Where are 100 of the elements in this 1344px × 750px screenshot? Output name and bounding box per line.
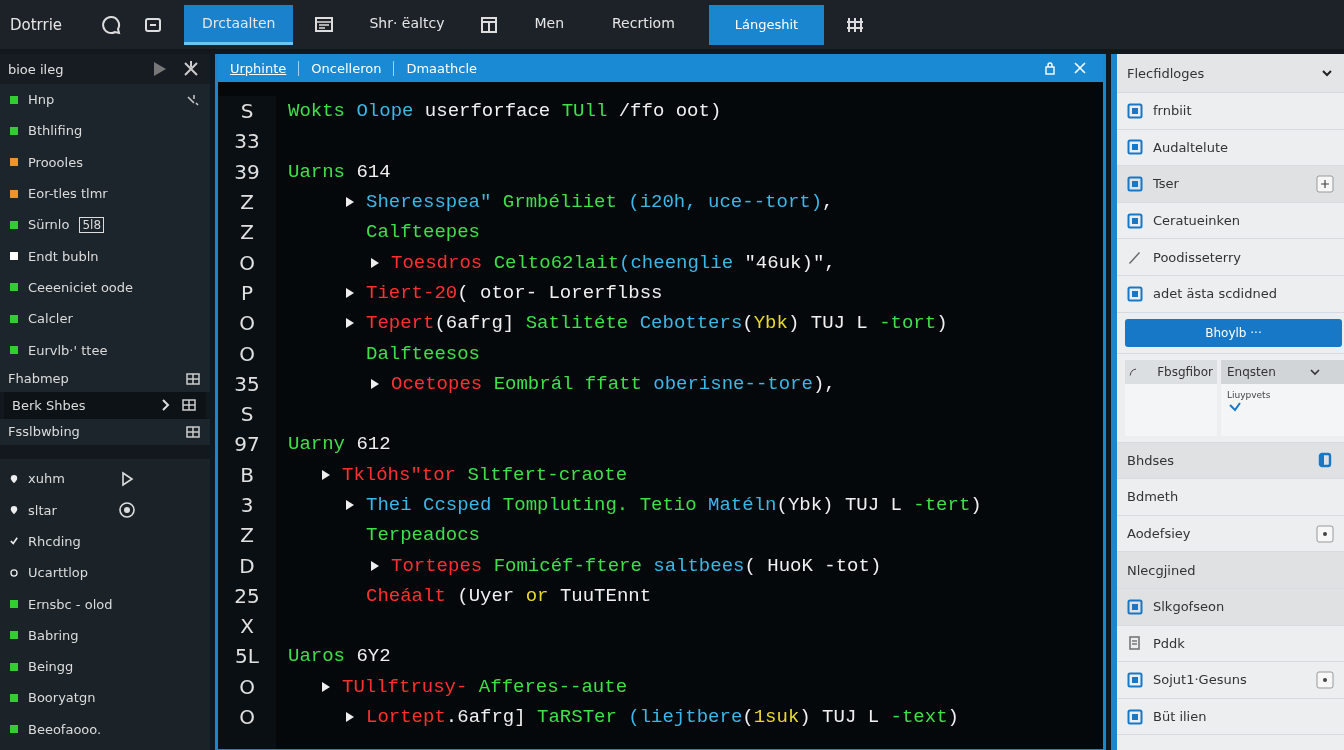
- list-row[interactable]: Büt ilien: [1117, 698, 1344, 736]
- list-row[interactable]: adet ästa scdidned: [1117, 275, 1344, 313]
- panel-title: bioe ileg: [8, 61, 65, 77]
- check-icon: [10, 537, 18, 546]
- code-line: Cheáalt (Uyer or TuuTEnnt: [366, 584, 652, 607]
- triangle-icon[interactable]: [345, 499, 355, 511]
- list-row[interactable]: Tser: [1117, 166, 1344, 203]
- sidebar-item[interactable]: Rhcding: [0, 525, 210, 558]
- triangle-icon[interactable]: [345, 317, 355, 330]
- nav-button[interactable]: Lángeshit: [708, 4, 825, 45]
- code-line: TUllftrusy- Afferes--aute: [342, 675, 628, 698]
- sidebar-section[interactable]: Fsslbwbing: [0, 418, 210, 446]
- sidebar-item[interactable]: Hnp: [0, 84, 210, 116]
- list-row[interactable]: Bhdses: [1117, 442, 1344, 480]
- pen-icon: [1127, 249, 1143, 266]
- sidebar-item[interactable]: Endt bubln: [0, 240, 210, 272]
- line-number: O: [238, 673, 256, 701]
- list-row[interactable]: Slkgofseon: [1117, 588, 1344, 626]
- triangle-icon[interactable]: [321, 680, 331, 693]
- sidebar-item[interactable]: xuhm: [0, 463, 210, 495]
- sidebar-section[interactable]: Fhabmep: [0, 365, 210, 393]
- line-number: Z: [239, 219, 255, 247]
- line-number: X: [239, 613, 255, 641]
- sidebar-item[interactable]: Calcler: [0, 303, 210, 335]
- triangle-icon[interactable]: [370, 559, 380, 572]
- list-row[interactable]: Bdmeth: [1117, 479, 1344, 516]
- editor-tab[interactable]: Oncelleron: [298, 60, 394, 76]
- list-row[interactable]: Sojut1·Gesuns: [1117, 662, 1344, 699]
- code-line: Toesdros Celto62lait(cheenglie "46uk)",: [391, 251, 836, 274]
- sidebar-item[interactable]: Eurvlb·' ttee: [0, 334, 210, 366]
- dropdown-option[interactable]: Liuypvets: [1221, 383, 1344, 402]
- code-line: Tepert(6afrg] Satlitéte Cebotters(Ybk) TUJ L -tort): [366, 312, 948, 335]
- sidebar-item[interactable]: Bthlifing: [0, 115, 210, 147]
- triangle-icon[interactable]: [345, 711, 355, 724]
- line-number: 39: [233, 158, 261, 186]
- panel-icon: [1127, 285, 1143, 302]
- filter-label[interactable]: Fbsgfibor: [1125, 359, 1217, 384]
- sidebar-item[interactable]: Ernsbc - olod: [0, 588, 210, 620]
- code-line: Ocetopes Eombrál ffatt oberisne--tore),: [391, 372, 836, 395]
- line-number: Z: [239, 189, 255, 217]
- panel-icon: [1127, 212, 1143, 229]
- panel-header[interactable]: Flecfidloges: [1117, 54, 1344, 93]
- app-title: Dotrrie: [10, 15, 64, 34]
- line-number: 35: [233, 370, 261, 398]
- count-badge: 5l8: [79, 216, 105, 233]
- code-line: Thei Ccsped Tompluting. Tetio Matéln(Ybk) TUJ L -tert): [366, 494, 982, 516]
- editor-tab[interactable]: Urphinte: [226, 60, 299, 76]
- sidebar-item[interactable]: Ceeeniciet oode: [0, 271, 210, 304]
- sidebar-item[interactable]: Babring: [0, 619, 210, 651]
- primary-button[interactable]: Bhoylb ···: [1125, 318, 1342, 347]
- code-line: Tortepes Fomicéf-ftere saltbees( HuoK -tot): [391, 554, 882, 577]
- panel-icon[interactable]: [1316, 451, 1334, 470]
- line-number: O: [238, 249, 256, 277]
- code-line: Sheresspea" Grmbéliiet (i20h, uce--tort),: [366, 191, 834, 214]
- sidebar-item[interactable]: Proooles: [0, 146, 210, 178]
- chat-icon[interactable]: [100, 13, 122, 36]
- line-number: O: [238, 340, 256, 368]
- sidebar-item[interactable]: Beingg: [0, 650, 210, 683]
- record-icon[interactable]: [118, 501, 136, 520]
- small-button[interactable]: [1316, 524, 1334, 543]
- triangle-icon[interactable]: [321, 468, 331, 481]
- list-row[interactable]: Nlecgjined: [1117, 552, 1344, 589]
- editor-tab[interactable]: Dmaathcle: [393, 60, 490, 76]
- nav-tab[interactable]: Men: [520, 4, 578, 45]
- panel-icon: [1127, 176, 1143, 192]
- triangle-icon[interactable]: [370, 377, 380, 390]
- document-icon: [1127, 635, 1143, 652]
- sidebar-item[interactable]: Ucarttlop: [0, 557, 210, 589]
- code-line: Tklóhs"tor Sltfert-craote: [342, 463, 628, 486]
- small-button[interactable]: [1316, 670, 1334, 689]
- sidebar-section[interactable]: Berk Shbes: [4, 392, 206, 419]
- code-line: Tiert-20( otor- Lorerflbss: [366, 281, 663, 304]
- close-icon[interactable]: [1073, 61, 1087, 75]
- lock-icon[interactable]: [1043, 61, 1057, 75]
- triangle-icon[interactable]: [345, 196, 355, 209]
- list-row[interactable]: Pddk: [1117, 625, 1344, 663]
- line-number: 33: [233, 128, 261, 156]
- triangle-icon[interactable]: [370, 256, 380, 269]
- code-line: Dalfteesos: [366, 342, 481, 365]
- line-number: P: [239, 279, 255, 307]
- code-line: Lortept.6afrg] TaRSTer (liejtbere(1suk) TUJ L -text): [366, 706, 959, 729]
- dropdown[interactable]: Enqsten: [1221, 359, 1344, 384]
- line-number: S: [239, 401, 255, 429]
- sidebar-item[interactable]: sltar: [0, 494, 210, 526]
- line-number: Z: [239, 522, 255, 550]
- sidebar-item[interactable]: Sürnlo 5l8: [0, 209, 210, 241]
- sidebar-item[interactable]: Booryatgn: [0, 682, 210, 714]
- nav-tab[interactable]: Shr· ëaltcy: [355, 4, 459, 45]
- line-number: 3: [239, 492, 255, 519]
- list-row[interactable]: Poodisseterry: [1117, 239, 1344, 276]
- triangle-icon[interactable]: [345, 286, 355, 299]
- sidebar-item[interactable]: Beeofaooo.: [0, 713, 210, 745]
- panel-icon: [1127, 671, 1143, 688]
- nav-tab[interactable]: Recrtiom: [598, 4, 689, 45]
- list-row[interactable]: Ceratueinken: [1117, 202, 1344, 240]
- list-row[interactable]: frnbiit: [1117, 93, 1344, 130]
- code-line: Calfteepes: [366, 221, 481, 244]
- add-button[interactable]: [1316, 175, 1334, 193]
- panel-icon: [1127, 139, 1143, 156]
- sidebar-item[interactable]: Eor-tles tlmr: [0, 177, 210, 210]
